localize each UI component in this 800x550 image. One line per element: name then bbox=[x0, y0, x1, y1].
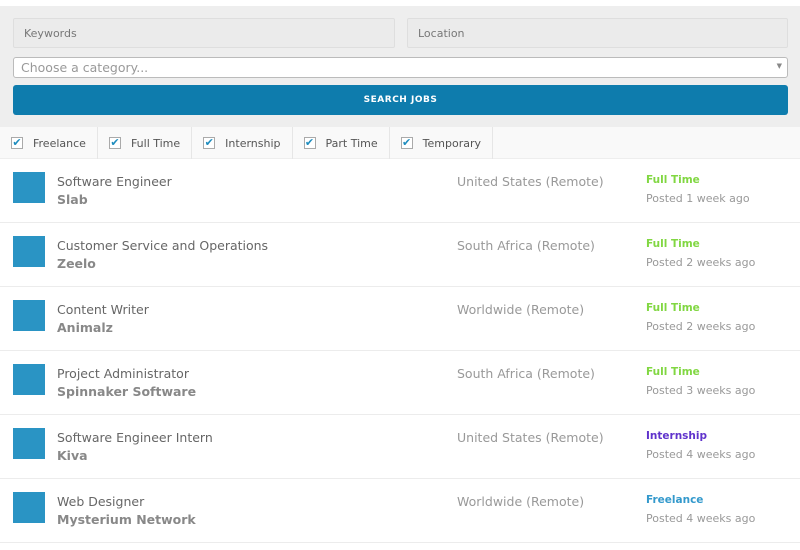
job-listing-row[interactable]: Content Writer Animalz Worldwide (Remote… bbox=[0, 287, 800, 351]
job-location: Worldwide (Remote) bbox=[457, 302, 585, 317]
company-name: Kiva bbox=[57, 448, 88, 463]
filter-internship[interactable]: ✔ Internship bbox=[192, 127, 293, 159]
keywords-input[interactable]: Keywords bbox=[13, 18, 395, 48]
company-name: Zeelo bbox=[57, 256, 96, 271]
job-location: Worldwide (Remote) bbox=[457, 494, 585, 509]
company-name: Mysterium Network bbox=[57, 512, 196, 527]
posted-date: Posted 4 weeks ago bbox=[646, 512, 756, 525]
job-location: South Africa (Remote) bbox=[457, 366, 595, 381]
filter-temporary[interactable]: ✔ Temporary bbox=[390, 127, 493, 159]
job-listing-row[interactable]: Software Engineer Intern Kiva United Sta… bbox=[0, 415, 800, 479]
company-logo bbox=[13, 172, 45, 203]
job-listing-row[interactable]: Software Engineer Slab United States (Re… bbox=[0, 159, 800, 223]
posted-date: Posted 2 weeks ago bbox=[646, 320, 756, 333]
company-name: Animalz bbox=[57, 320, 113, 335]
job-title[interactable]: Software Engineer bbox=[57, 174, 172, 189]
filter-full-time[interactable]: ✔ Full Time bbox=[98, 127, 193, 159]
posted-date: Posted 1 week ago bbox=[646, 192, 750, 205]
checkbox[interactable]: ✔ bbox=[203, 137, 216, 149]
job-type-badge: Full Time bbox=[646, 174, 700, 186]
job-type-badge: Freelance bbox=[646, 494, 704, 506]
search-panel: Keywords Location Choose a category... ▼… bbox=[0, 6, 800, 127]
filter-label: Full Time bbox=[130, 136, 181, 150]
posted-date: Posted 3 weeks ago bbox=[646, 384, 756, 397]
job-location: South Africa (Remote) bbox=[457, 238, 595, 253]
job-title[interactable]: Project Administrator bbox=[57, 366, 189, 381]
checkbox[interactable]: ✔ bbox=[400, 137, 413, 149]
job-title[interactable]: Software Engineer Intern bbox=[57, 430, 213, 445]
job-location: United States (Remote) bbox=[457, 174, 604, 189]
company-logo bbox=[13, 300, 45, 331]
checkbox[interactable]: ✔ bbox=[11, 137, 23, 149]
filter-label: Internship bbox=[225, 136, 281, 150]
job-listing-row[interactable]: Customer Service and Operations Zeelo So… bbox=[0, 223, 800, 287]
job-type-badge: Full Time bbox=[646, 238, 700, 250]
company-name: Spinnaker Software bbox=[57, 384, 197, 399]
company-logo bbox=[13, 492, 45, 523]
company-logo bbox=[13, 236, 45, 267]
search-jobs-button[interactable]: SEARCH JOBS bbox=[13, 85, 788, 115]
job-type-badge: Full Time bbox=[646, 366, 700, 378]
filter-part-time[interactable]: ✔ Part Time bbox=[293, 127, 390, 159]
chevron-down-icon: ▼ bbox=[776, 62, 782, 70]
posted-date: Posted 4 weeks ago bbox=[646, 448, 756, 461]
job-listing-row[interactable]: Project Administrator Spinnaker Software… bbox=[0, 351, 800, 415]
checkbox[interactable]: ✔ bbox=[303, 137, 316, 149]
job-location: United States (Remote) bbox=[457, 430, 604, 445]
job-title[interactable]: Web Designer bbox=[57, 494, 144, 509]
company-logo bbox=[13, 364, 45, 395]
company-name: Slab bbox=[57, 192, 88, 207]
checkbox[interactable]: ✔ bbox=[108, 137, 121, 149]
job-listing-row[interactable]: Web Designer Mysterium Network Worldwide… bbox=[0, 479, 800, 543]
filter-label: Part Time bbox=[325, 136, 378, 150]
job-type-badge: Full Time bbox=[646, 302, 700, 314]
job-title[interactable]: Content Writer bbox=[57, 302, 149, 317]
category-placeholder: Choose a category... bbox=[21, 60, 149, 75]
filter-label: Freelance bbox=[33, 136, 86, 150]
company-logo bbox=[13, 428, 45, 459]
filter-label: Temporary bbox=[422, 136, 481, 150]
job-type-filters: ✔ Freelance ✔ Full Time ✔ Internship ✔ Part Tim… bbox=[0, 127, 800, 159]
posted-date: Posted 2 weeks ago bbox=[646, 256, 756, 269]
category-select[interactable]: Choose a category... ▼ bbox=[13, 57, 788, 78]
job-title[interactable]: Customer Service and Operations bbox=[57, 238, 268, 253]
filter-freelance[interactable]: ✔ Freelance bbox=[0, 127, 98, 159]
location-input[interactable]: Location bbox=[407, 18, 788, 48]
job-type-badge: Internship bbox=[646, 430, 708, 442]
